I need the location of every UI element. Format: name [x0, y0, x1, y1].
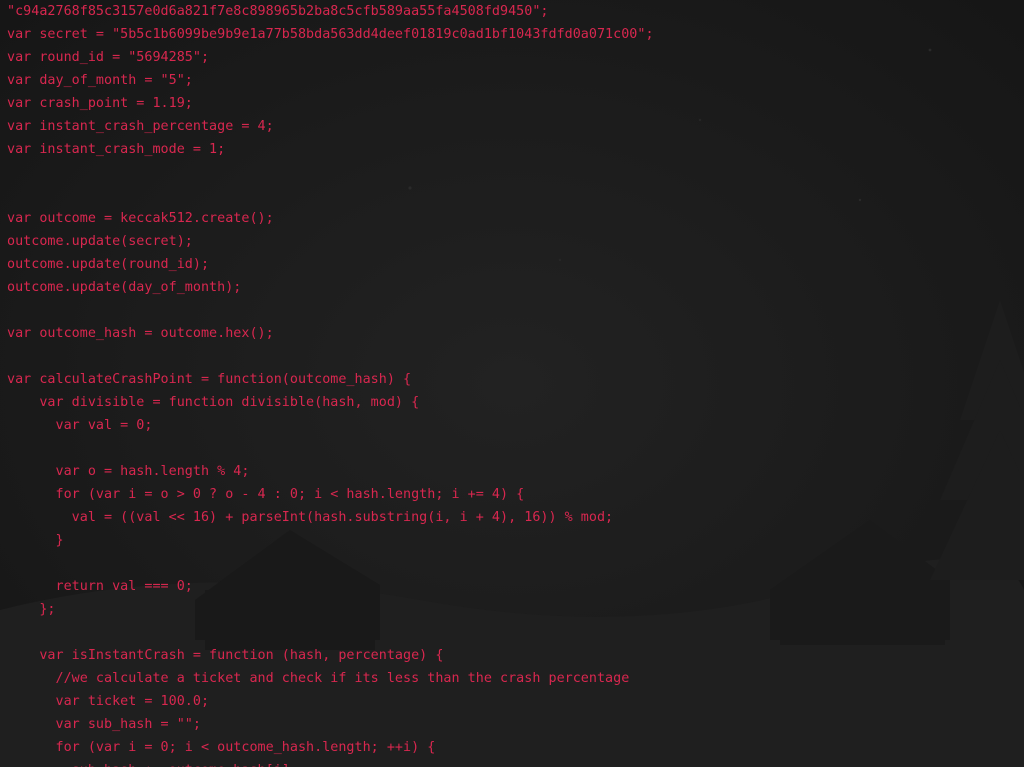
code-line: for (var i = 0; i < outcome_hash.length;…	[7, 740, 436, 755]
code-line: var outcome_hash = outcome.hex();	[7, 326, 274, 341]
code-line: }	[7, 533, 64, 548]
code-line: var val = 0;	[7, 418, 153, 433]
code-line: for (var i = o > 0 ? o - 4 : 0; i < hash…	[7, 487, 525, 502]
code-line: var secret = "5b5c1b6099be9b9e1a77b58bda…	[7, 27, 654, 42]
code-line: var instant_crash_percentage = 4;	[7, 119, 274, 134]
code-line: var ticket = 100.0;	[7, 694, 210, 709]
code-line: var sub_hash = "";	[7, 717, 201, 732]
code-view-screen: "c94a2768f85c3157e0d6a821f7e8c898965b2ba…	[0, 0, 1024, 767]
code-line: outcome.update(round_id);	[7, 257, 210, 272]
code-line: outcome.update(secret);	[7, 234, 193, 249]
code-line: var day_of_month = "5";	[7, 73, 193, 88]
code-line: outcome.update(day_of_month);	[7, 280, 242, 295]
code-line: var isInstantCrash = function (hash, per…	[7, 648, 444, 663]
code-line: var divisible = function divisible(hash,…	[7, 395, 420, 410]
code-line: var o = hash.length % 4;	[7, 464, 250, 479]
code-line: return val === 0;	[7, 579, 193, 594]
code-line: sub_hash += outcome_hash[i];	[7, 759, 654, 767]
code-line: //we calculate a ticket and check if its…	[7, 671, 630, 686]
code-line: var calculateCrashPoint = function(outco…	[7, 372, 412, 387]
code-line: };	[7, 602, 56, 617]
code-line: var round_id = "5694285";	[7, 50, 210, 65]
code-line: "c94a2768f85c3157e0d6a821f7e8c898965b2ba…	[7, 4, 549, 19]
code-line: var crash_point = 1.19;	[7, 96, 193, 111]
code-line: var instant_crash_mode = 1;	[7, 142, 226, 157]
code-line: var outcome = keccak512.create();	[7, 211, 274, 226]
code-line: val = ((val << 16) + parseInt(hash.subst…	[7, 510, 614, 525]
source-code-block: "c94a2768f85c3157e0d6a821f7e8c898965b2ba…	[7, 0, 654, 767]
